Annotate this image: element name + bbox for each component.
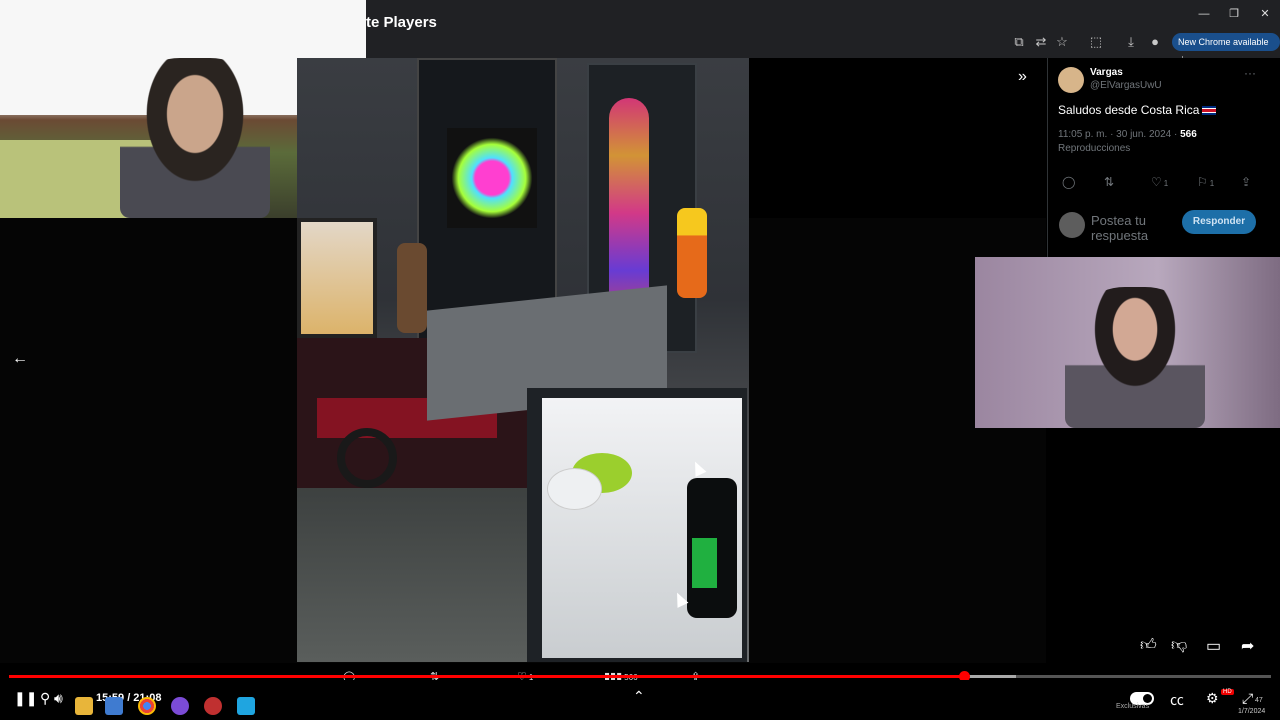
author-avatar[interactable] bbox=[1058, 67, 1084, 93]
volume-icon[interactable]: 🔊︎ bbox=[54, 690, 63, 707]
obs-icon[interactable] bbox=[171, 697, 189, 715]
new-chrome-label: New Chrome available bbox=[1178, 37, 1269, 47]
thumbs-up-icon[interactable]: 👍︎ bbox=[1140, 636, 1157, 655]
browser-title-bar bbox=[366, 0, 1280, 58]
chrome-icon[interactable] bbox=[138, 697, 156, 715]
tweet-photo[interactable] bbox=[297, 58, 749, 662]
captions-icon[interactable]: ㏄ bbox=[1170, 690, 1184, 710]
reply-button[interactable]: Responder bbox=[1182, 210, 1256, 234]
tweet-time: 11:05 p. m. · 30 jun. 2024 · bbox=[1058, 129, 1181, 140]
author-name[interactable]: Vargas bbox=[1090, 67, 1123, 78]
file-explorer-icon[interactable] bbox=[75, 697, 93, 715]
like-count: 1 bbox=[1163, 179, 1169, 188]
close-window-button[interactable]: ✕ bbox=[1250, 6, 1280, 22]
star-icon[interactable]: ☆ bbox=[1053, 33, 1071, 51]
minimize-button[interactable]: — bbox=[1189, 6, 1219, 22]
app-f-icon[interactable] bbox=[237, 697, 255, 715]
screen-share-icon[interactable]: ⧉ bbox=[1010, 33, 1028, 51]
clock-date: 1/7/2024 bbox=[1238, 708, 1266, 715]
tray-label: Exclusivas bbox=[1116, 703, 1150, 710]
progress-played bbox=[9, 675, 965, 678]
search-icon[interactable]: ⚲ bbox=[40, 690, 50, 707]
browser-tab-title: te Players bbox=[366, 14, 437, 31]
settings-gear-icon[interactable]: ⚙ bbox=[1206, 690, 1219, 707]
like-button[interactable]: ♡ 1 bbox=[1151, 175, 1168, 189]
retweet-icon[interactable]: ⇅ bbox=[1104, 175, 1114, 189]
download-icon[interactable]: ⤓ bbox=[1122, 33, 1140, 51]
record-icon[interactable] bbox=[204, 697, 222, 715]
chevron-up-icon[interactable]: ⌃ bbox=[633, 688, 645, 705]
clock-time: 47 bbox=[1255, 697, 1263, 704]
back-arrow-icon[interactable]: ← bbox=[12, 350, 28, 368]
tweet-text-content: Saludos desde Costa Rica bbox=[1058, 103, 1200, 117]
tweet-timestamp: 11:05 p. m. · 30 jun. 2024 · 566 bbox=[1058, 129, 1197, 140]
comment-icon[interactable]: ▭ bbox=[1206, 636, 1221, 656]
costa-rica-flag-icon bbox=[1202, 106, 1217, 116]
expand-panel-icon[interactable]: » bbox=[1018, 68, 1027, 86]
tweet-views-count: 566 bbox=[1180, 129, 1197, 140]
webcam-right bbox=[975, 257, 1280, 428]
bookmark-button[interactable]: ⚐ 1 bbox=[1197, 175, 1214, 189]
translate-icon[interactable]: ⇄ bbox=[1032, 33, 1050, 51]
webcam-person bbox=[1065, 287, 1205, 428]
reply-icon[interactable]: ◯ bbox=[1062, 175, 1075, 189]
app-icon[interactable] bbox=[105, 697, 123, 715]
tweet-text: Saludos desde Costa Rica bbox=[1058, 103, 1217, 117]
restore-button[interactable]: ❐ bbox=[1219, 6, 1249, 22]
bookmark-count: 1 bbox=[1209, 179, 1215, 188]
share-arrow-icon[interactable]: ➦ bbox=[1241, 636, 1254, 656]
reply-input[interactable]: Postea tu respuesta bbox=[1091, 213, 1171, 243]
thumbs-down-icon[interactable]: 👎︎ bbox=[1171, 636, 1187, 655]
webcam-person bbox=[120, 58, 270, 218]
reply-avatar bbox=[1059, 212, 1085, 238]
author-handle[interactable]: @ElVargasUwU bbox=[1090, 80, 1162, 91]
share-icon[interactable]: ⇪ bbox=[1241, 175, 1251, 189]
new-chrome-available-button[interactable]: New Chrome available ⋮ bbox=[1172, 33, 1280, 65]
fullscreen-icon[interactable]: ⤢ bbox=[1242, 690, 1253, 707]
more-options-icon[interactable]: ··· bbox=[1244, 66, 1256, 80]
profile-icon[interactable]: ● bbox=[1146, 33, 1164, 51]
extensions-icon[interactable]: ⬚ bbox=[1087, 33, 1105, 51]
tweet-views-label: Reproducciones bbox=[1058, 143, 1131, 154]
pause-icon[interactable]: ❚❚ bbox=[14, 690, 37, 707]
hd-badge: HD bbox=[1221, 689, 1234, 695]
